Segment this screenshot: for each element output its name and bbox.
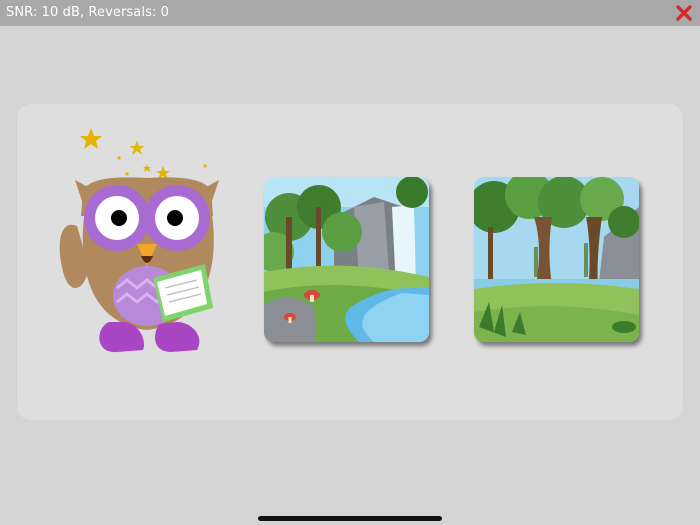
home-indicator[interactable] [258,516,442,521]
status-text: SNR: 10 dB, Reversals: 0 [6,5,170,20]
choice-card-waterfall-river[interactable] [264,177,429,342]
close-button[interactable] [674,3,694,23]
forest-trees-image [474,177,639,342]
owl-mascot [59,128,219,353]
stimulus-panel [17,104,683,420]
close-icon [676,5,692,21]
choice-card-forest-trees[interactable] [474,177,639,342]
status-bar: SNR: 10 dB, Reversals: 0 [0,0,700,26]
waterfall-river-image [264,177,429,342]
